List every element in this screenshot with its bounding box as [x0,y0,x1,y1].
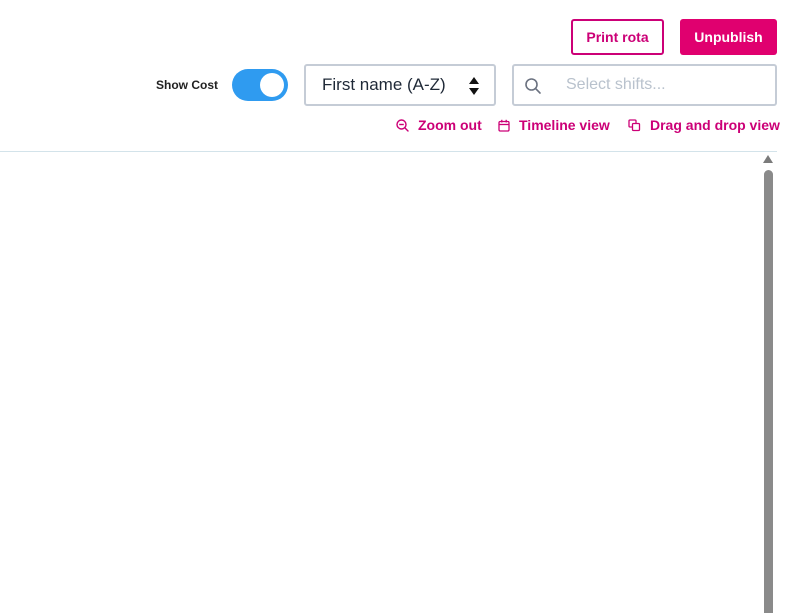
sort-select[interactable]: First name (A-Z) [304,64,496,106]
zoom-out-label: Zoom out [418,117,482,133]
show-cost-toggle[interactable] [232,69,288,101]
print-rota-label: Print rota [586,29,649,45]
zoom-out-link[interactable]: Zoom out [396,116,482,134]
zoom-out-icon [396,118,409,132]
search-input[interactable] [566,66,766,104]
sort-arrows-icon [469,77,479,95]
rota-page: Print rota Unpublish Show Cost First nam… [0,0,807,613]
toggle-knob [260,73,284,97]
scroll-up-arrow-icon[interactable] [763,155,773,163]
calendar-icon [498,119,510,132]
drag-and-drop-view-link[interactable]: Drag and drop view [628,116,780,134]
unpublish-label: Unpublish [694,29,763,45]
timeline-view-label: Timeline view [519,117,610,133]
print-rota-button[interactable]: Print rota [571,19,664,55]
show-cost-label: Show Cost [156,78,218,92]
drag-and-drop-view-label: Drag and drop view [650,117,780,133]
search-box[interactable] [512,64,777,106]
scroll-thumb[interactable] [764,170,773,613]
rota-grid-panel [0,151,777,613]
unpublish-button[interactable]: Unpublish [680,19,777,55]
timeline-view-link[interactable]: Timeline view [498,116,610,134]
layers-icon [628,118,641,131]
vertical-scrollbar[interactable] [761,153,775,613]
sort-select-value: First name (A-Z) [322,75,446,94]
search-icon [525,78,541,94]
